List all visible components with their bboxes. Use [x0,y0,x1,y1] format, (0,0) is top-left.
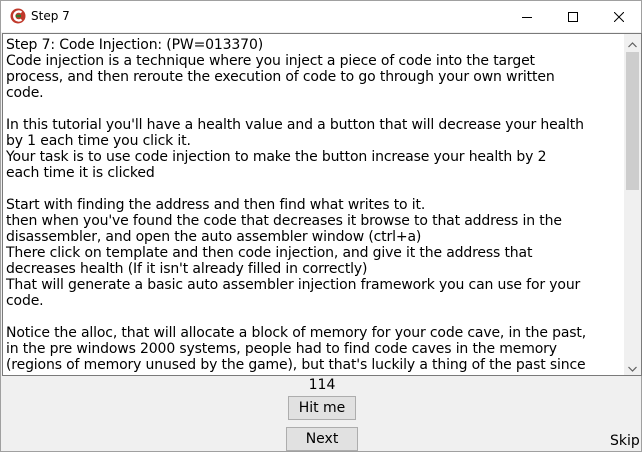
scroll-down-button[interactable] [624,358,641,375]
chevron-down-icon [628,357,637,375]
health-value: 114 [308,377,336,393]
next-button[interactable]: Next [286,427,358,451]
vertical-scrollbar[interactable] [624,34,641,375]
maximize-button[interactable] [550,1,596,32]
title-bar: Step 7 [1,1,641,32]
hit-me-button[interactable]: Hit me [288,396,356,420]
close-button[interactable] [596,1,642,32]
tutorial-text-area[interactable]: Step 7: Code Injection: (PW=013370) Code… [2,33,642,376]
chevron-up-icon [628,34,637,52]
window-title: Step 7 [31,9,70,23]
minimize-button[interactable] [504,1,550,32]
minimize-icon [522,7,532,26]
cheat-engine-icon [10,8,26,24]
skip-link[interactable]: Skip [610,433,640,449]
maximize-icon [568,7,578,26]
scrollbar-thumb[interactable] [626,52,639,190]
close-icon [613,7,625,26]
tutorial-text: Step 7: Code Injection: (PW=013370) Code… [6,37,587,373]
scroll-up-button[interactable] [624,34,641,51]
